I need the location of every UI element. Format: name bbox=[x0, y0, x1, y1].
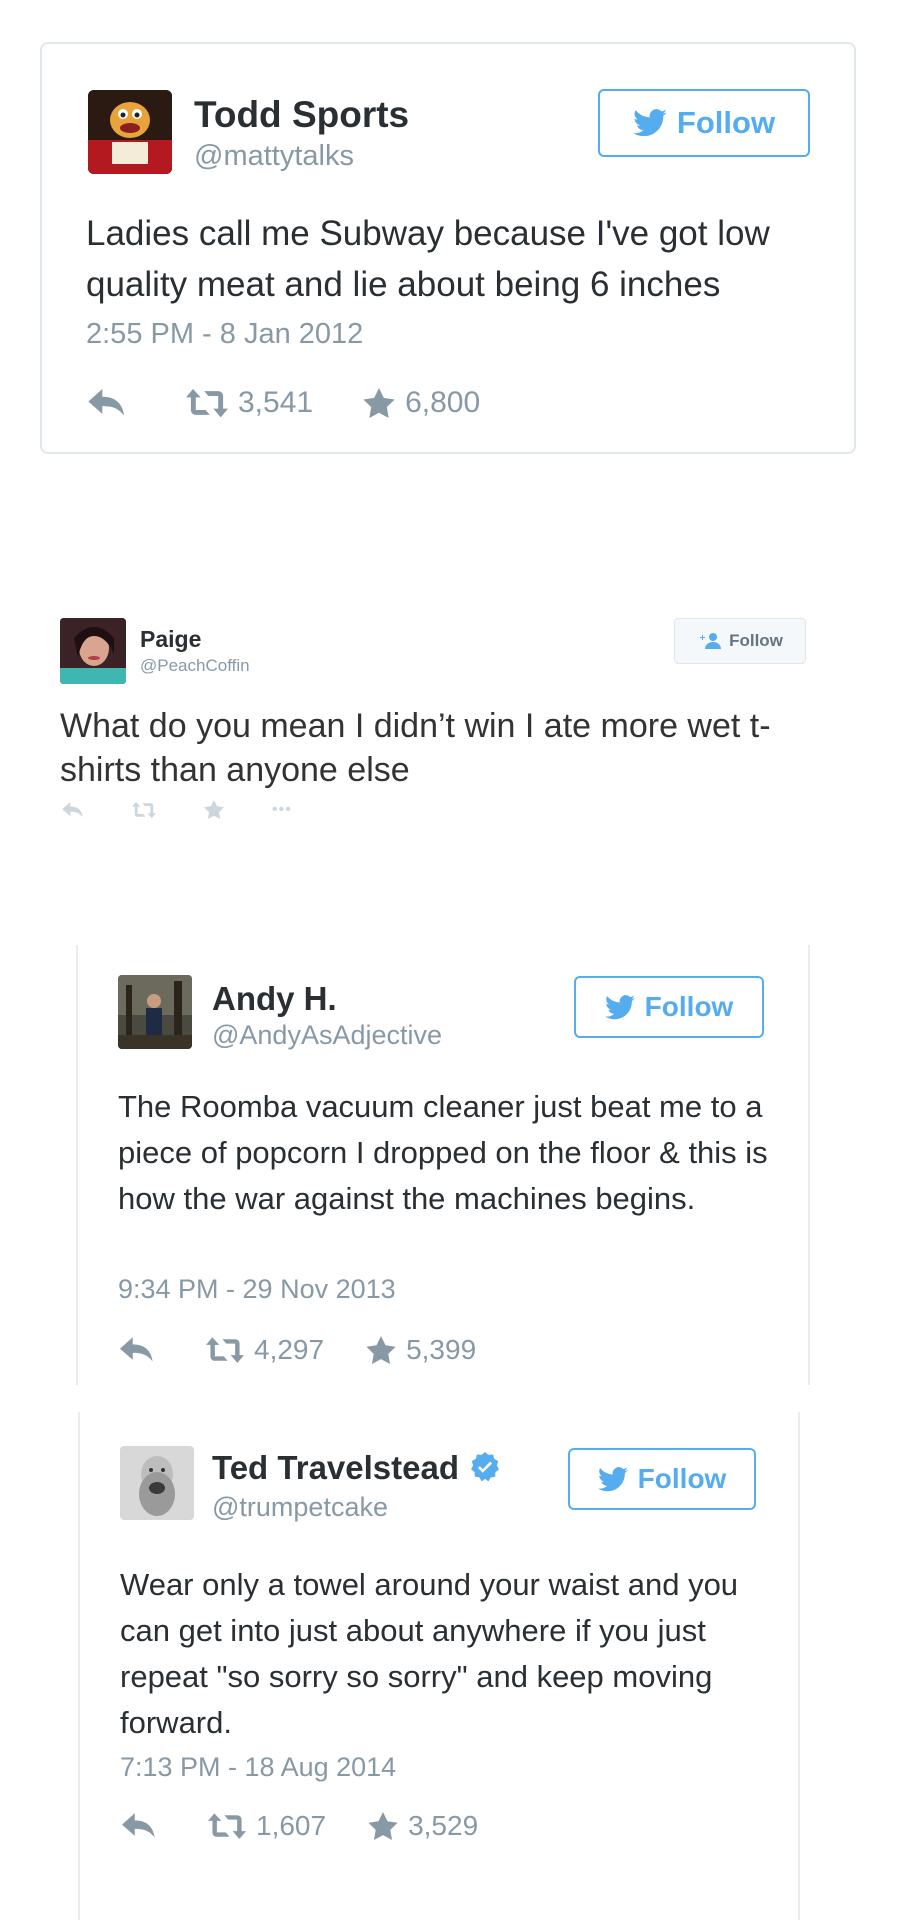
reply-icon bbox=[120, 1337, 153, 1362]
tweet-actions: 1,607 3,529 bbox=[122, 1810, 478, 1842]
card-border-right bbox=[798, 1412, 800, 1920]
twitter-bird-icon bbox=[604, 994, 635, 1019]
retweet-icon bbox=[186, 389, 228, 417]
tweet-author-handle[interactable]: @AndyAsAdjective bbox=[212, 1020, 442, 1051]
favorite-star-icon bbox=[363, 388, 395, 418]
retweet-button[interactable]: 4,297 bbox=[206, 1334, 324, 1366]
reply-icon bbox=[88, 389, 125, 416]
tweet-text: The Roomba vacuum cleaner just beat me t… bbox=[118, 1089, 768, 1216]
favorite-star-icon bbox=[204, 800, 224, 819]
twitter-bird-icon bbox=[597, 1466, 628, 1491]
photo-avatar-image bbox=[118, 975, 192, 1049]
retweet-count: 4,297 bbox=[254, 1334, 325, 1365]
puppet-avatar-image bbox=[88, 90, 172, 174]
retweet-icon bbox=[206, 1337, 244, 1363]
favorite-button[interactable]: 6,800 bbox=[363, 386, 480, 420]
reply-icon bbox=[122, 1813, 155, 1838]
favorite-button[interactable]: 5,399 bbox=[366, 1334, 476, 1366]
tweet-text: What do you mean I didn’t win I ate more… bbox=[60, 707, 771, 789]
follow-button-label: Follow bbox=[676, 105, 776, 140]
follow-button[interactable]: Follow bbox=[598, 89, 810, 157]
reply-button[interactable] bbox=[62, 801, 84, 818]
tweet-actions: 3,541 6,800 bbox=[88, 386, 480, 420]
avatar-ted-travelstead[interactable] bbox=[120, 1446, 194, 1520]
add-user-icon bbox=[700, 633, 722, 649]
follow-button-label: Follow bbox=[637, 1463, 727, 1494]
favorite-count: 6,800 bbox=[405, 386, 481, 419]
retweet-button[interactable] bbox=[132, 801, 156, 818]
avatar-andy-h[interactable] bbox=[118, 975, 192, 1049]
retweet-count: 1,607 bbox=[256, 1810, 327, 1841]
tweet-timestamp[interactable]: 9:34 PM - 29 Nov 2013 bbox=[118, 1274, 396, 1305]
tweet-author-handle[interactable]: @PeachCoffin bbox=[140, 656, 250, 676]
tweet-author-name[interactable]: Paige bbox=[140, 626, 201, 653]
reply-button[interactable] bbox=[122, 1813, 156, 1839]
retweet-button[interactable]: 3,541 bbox=[186, 386, 313, 420]
tweet-text: Ladies call me Subway because I've got l… bbox=[86, 214, 770, 304]
card-border-left bbox=[76, 945, 78, 1385]
tweet-timestamp[interactable]: 2:55 PM - 8 Jan 2012 bbox=[86, 318, 363, 351]
card-border-right bbox=[808, 945, 810, 1385]
avatar-paige[interactable] bbox=[60, 618, 126, 684]
follow-button-label: Follow bbox=[644, 991, 734, 1022]
retweet-count: 3,541 bbox=[238, 386, 314, 419]
retweet-icon bbox=[208, 1813, 246, 1839]
tweet-author-name[interactable]: Ted Travelstead bbox=[212, 1449, 501, 1487]
tweet-actions: ••• bbox=[62, 800, 292, 819]
tweet-timestamp[interactable]: 7:13 PM - 18 Aug 2014 bbox=[120, 1752, 396, 1783]
reply-button[interactable] bbox=[88, 389, 126, 417]
tweet-author-name[interactable]: Todd Sports bbox=[194, 94, 409, 136]
twitter-bird-icon bbox=[633, 109, 667, 137]
portrait-avatar-image bbox=[120, 1446, 194, 1520]
tweet-actions: 4,297 5,399 bbox=[120, 1334, 476, 1366]
favorite-button[interactable]: 3,529 bbox=[368, 1810, 478, 1842]
reply-button[interactable] bbox=[120, 1337, 154, 1363]
follow-button-label: Follow bbox=[729, 631, 783, 650]
favorite-star-icon bbox=[366, 1336, 396, 1364]
more-icon: ••• bbox=[272, 800, 292, 818]
retweet-icon bbox=[132, 801, 156, 818]
favorite-count: 5,399 bbox=[406, 1334, 477, 1365]
tweet-author-handle[interactable]: @trumpetcake bbox=[212, 1492, 388, 1523]
follow-button[interactable]: Follow bbox=[674, 618, 806, 664]
follow-button[interactable]: Follow bbox=[568, 1448, 756, 1510]
tweet-author-name[interactable]: Andy H. bbox=[212, 980, 337, 1018]
more-button[interactable]: ••• bbox=[272, 801, 292, 819]
favorite-count: 3,529 bbox=[408, 1810, 479, 1841]
tweet-author-handle[interactable]: @mattytalks bbox=[194, 140, 354, 173]
favorite-button[interactable] bbox=[204, 800, 224, 819]
follow-button[interactable]: Follow bbox=[574, 976, 764, 1038]
avatar-todd-sports[interactable] bbox=[88, 90, 172, 174]
portrait-avatar-image bbox=[60, 618, 126, 684]
tweet-author-name-text: Ted Travelstead bbox=[212, 1449, 460, 1486]
verified-badge-icon bbox=[471, 1452, 499, 1482]
retweet-button[interactable]: 1,607 bbox=[208, 1810, 326, 1842]
tweet-text: Wear only a towel around your waist and … bbox=[120, 1567, 739, 1740]
reply-icon bbox=[62, 801, 83, 817]
card-border-left bbox=[78, 1412, 80, 1920]
favorite-star-icon bbox=[368, 1812, 398, 1840]
